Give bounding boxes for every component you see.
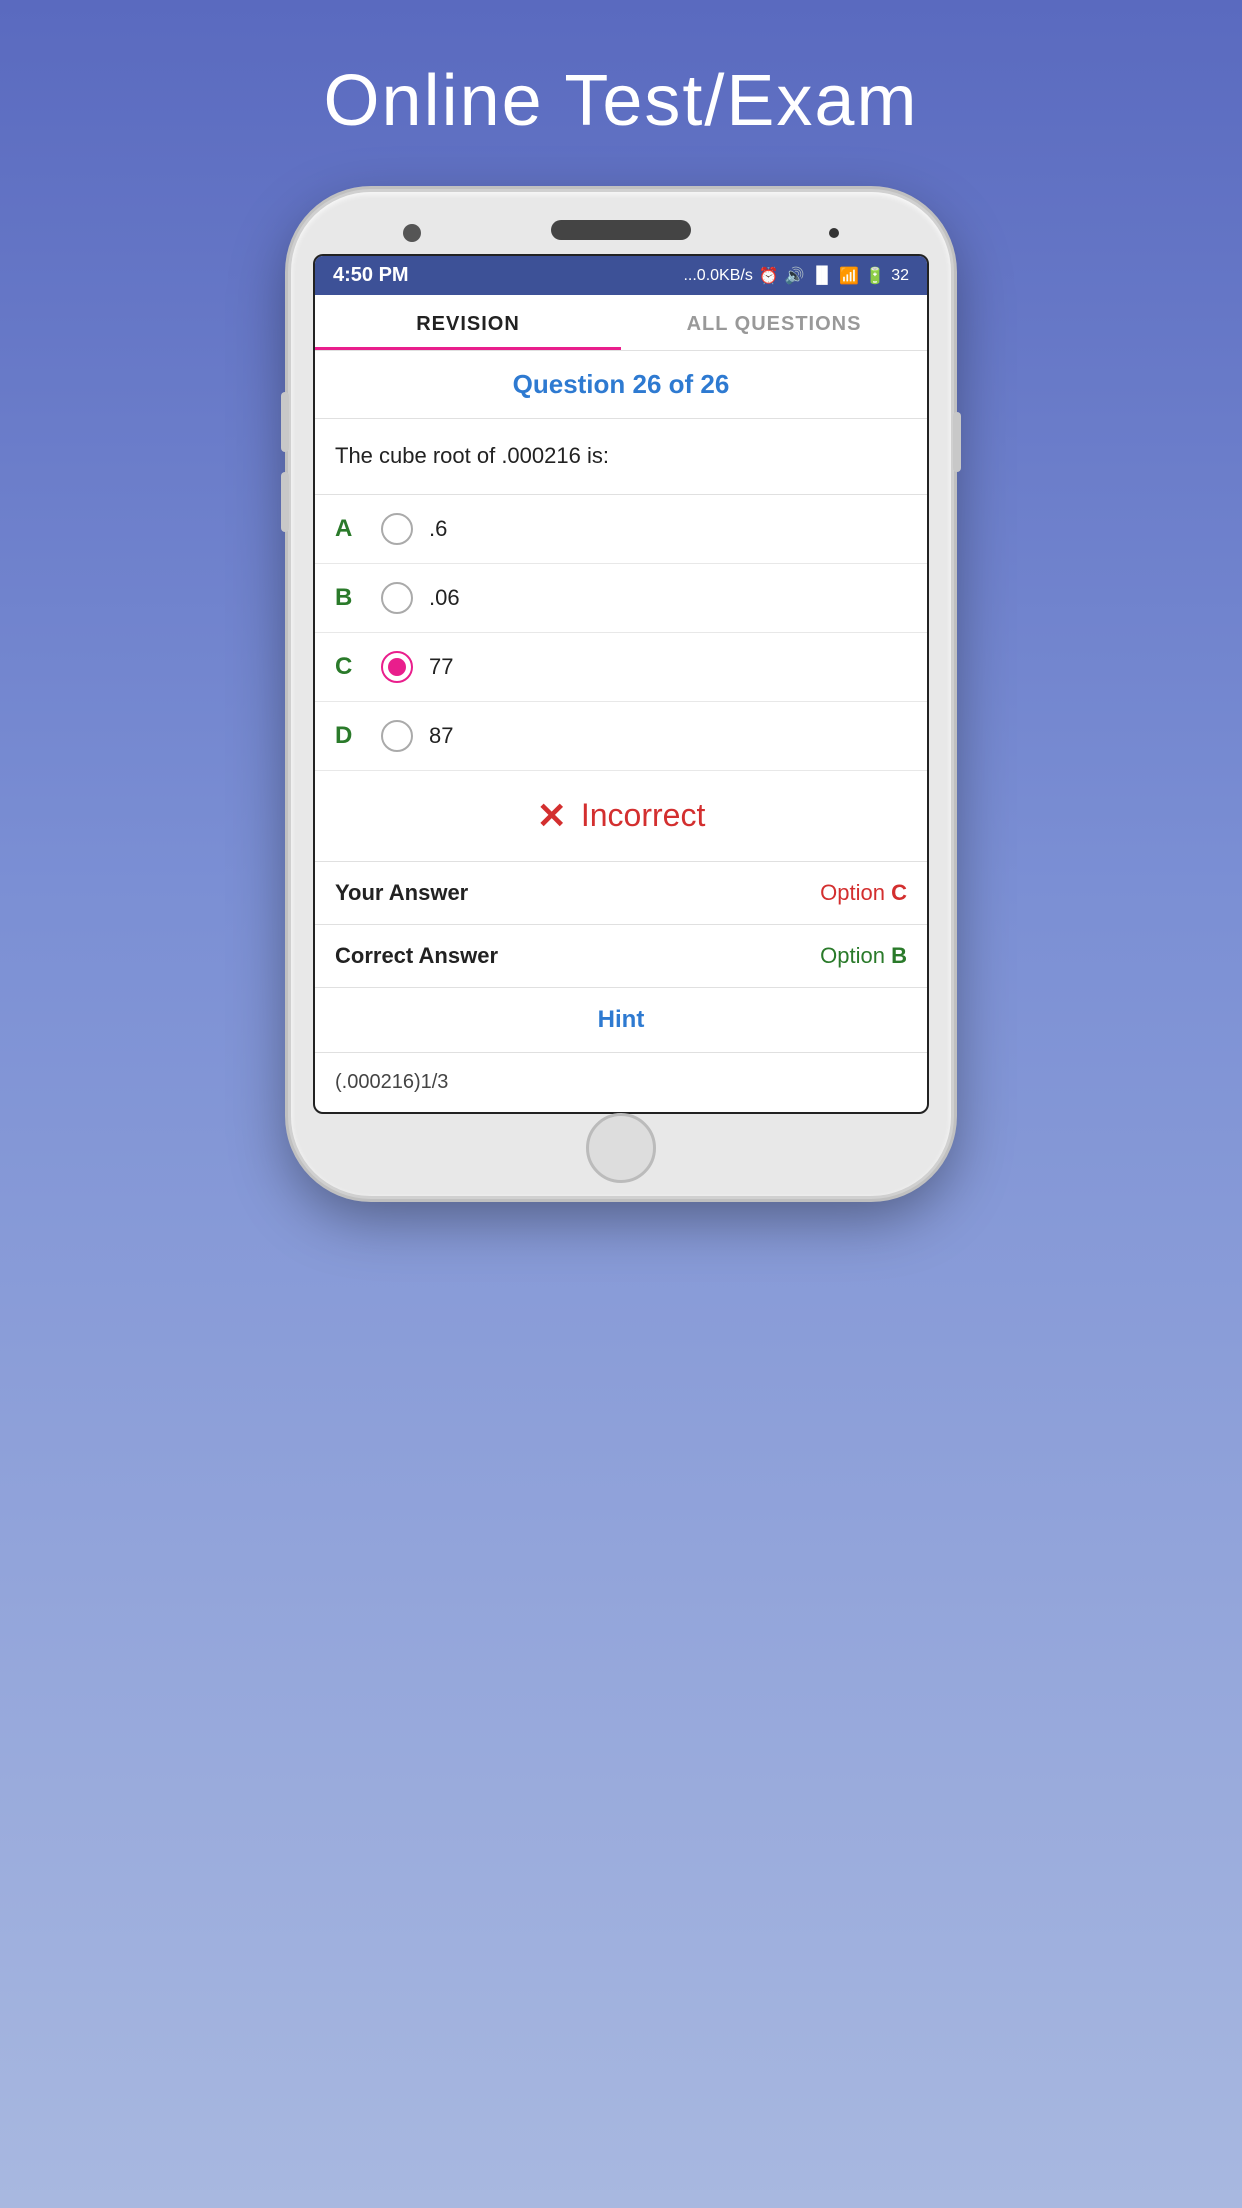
home-button[interactable]	[586, 1113, 656, 1183]
correct-answer-letter: B	[891, 943, 907, 968]
your-answer-letter: C	[891, 880, 907, 905]
hint-content: (.000216)1/3	[315, 1053, 927, 1112]
battery-level: 32	[891, 267, 909, 285]
option-d-text: 87	[429, 723, 453, 749]
volume-up-btn	[281, 392, 289, 452]
phone-screen: 4:50 PM ...0.0KB/s ⏰ 🔊 ▐▌ 📶 🔋 32 REVISIO…	[313, 254, 929, 1114]
result-area: ✕ Incorrect	[315, 771, 927, 862]
radio-d[interactable]	[381, 720, 413, 752]
option-c-text: 77	[429, 654, 453, 680]
option-b[interactable]: B .06	[315, 564, 927, 633]
option-a[interactable]: A .6	[315, 495, 927, 564]
volume-down-btn	[281, 472, 289, 532]
phone-top-bar	[313, 220, 929, 240]
correct-answer-label: Correct Answer	[335, 943, 498, 969]
your-answer-row: Your Answer Option C	[315, 862, 927, 925]
correct-answer-value: Option B	[820, 943, 907, 969]
phone-shell: 4:50 PM ...0.0KB/s ⏰ 🔊 ▐▌ 📶 🔋 32 REVISIO…	[291, 192, 951, 1196]
network-speed: ...0.0KB/s	[683, 267, 752, 285]
question-header: Question 26 of 26	[315, 351, 927, 419]
option-a-letter: A	[335, 515, 365, 543]
option-d-letter: D	[335, 722, 365, 750]
result-label: Incorrect	[581, 797, 705, 834]
correct-answer-row: Correct Answer Option B	[315, 925, 927, 988]
question-number: Question 26 of 26	[335, 369, 907, 400]
option-d[interactable]: D 87	[315, 702, 927, 771]
option-b-text: .06	[429, 585, 460, 611]
page-title: Online Test/Exam	[324, 60, 919, 142]
vol-icon: 🔊	[785, 266, 805, 286]
wifi-icon: 📶	[839, 266, 859, 286]
option-c-letter: C	[335, 653, 365, 681]
tab-all-questions[interactable]: ALL QUESTIONS	[621, 295, 927, 350]
tab-bar: REVISION ALL QUESTIONS	[315, 295, 927, 351]
side-button-right	[953, 412, 961, 472]
proximity-sensor-icon	[829, 228, 839, 238]
signal-icon: ▐▌	[811, 267, 834, 285]
radio-c-fill	[388, 658, 406, 676]
speaker-icon	[551, 220, 691, 240]
phone-bottom	[313, 1128, 929, 1168]
option-b-letter: B	[335, 584, 365, 612]
option-c[interactable]: C 77	[315, 633, 927, 702]
hint-label[interactable]: Hint	[598, 1006, 645, 1033]
question-text: The cube root of .000216 is:	[315, 419, 927, 495]
your-answer-value: Option C	[820, 880, 907, 906]
option-a-text: .6	[429, 516, 447, 542]
your-answer-label: Your Answer	[335, 880, 468, 906]
radio-c[interactable]	[381, 651, 413, 683]
side-buttons-left	[281, 392, 289, 532]
radio-b[interactable]	[381, 582, 413, 614]
tab-revision[interactable]: REVISION	[315, 295, 621, 350]
status-bar: 4:50 PM ...0.0KB/s ⏰ 🔊 ▐▌ 📶 🔋 32	[315, 256, 927, 295]
status-icons: ...0.0KB/s ⏰ 🔊 ▐▌ 📶 🔋 32	[683, 266, 909, 286]
power-btn	[953, 412, 961, 472]
battery-icon: 🔋	[865, 266, 885, 286]
status-time: 4:50 PM	[333, 264, 409, 287]
incorrect-icon: ✕	[537, 795, 567, 837]
front-camera-icon	[403, 224, 421, 242]
hint-row[interactable]: Hint	[315, 988, 927, 1053]
radio-a[interactable]	[381, 513, 413, 545]
alarm-icon: ⏰	[759, 266, 779, 286]
